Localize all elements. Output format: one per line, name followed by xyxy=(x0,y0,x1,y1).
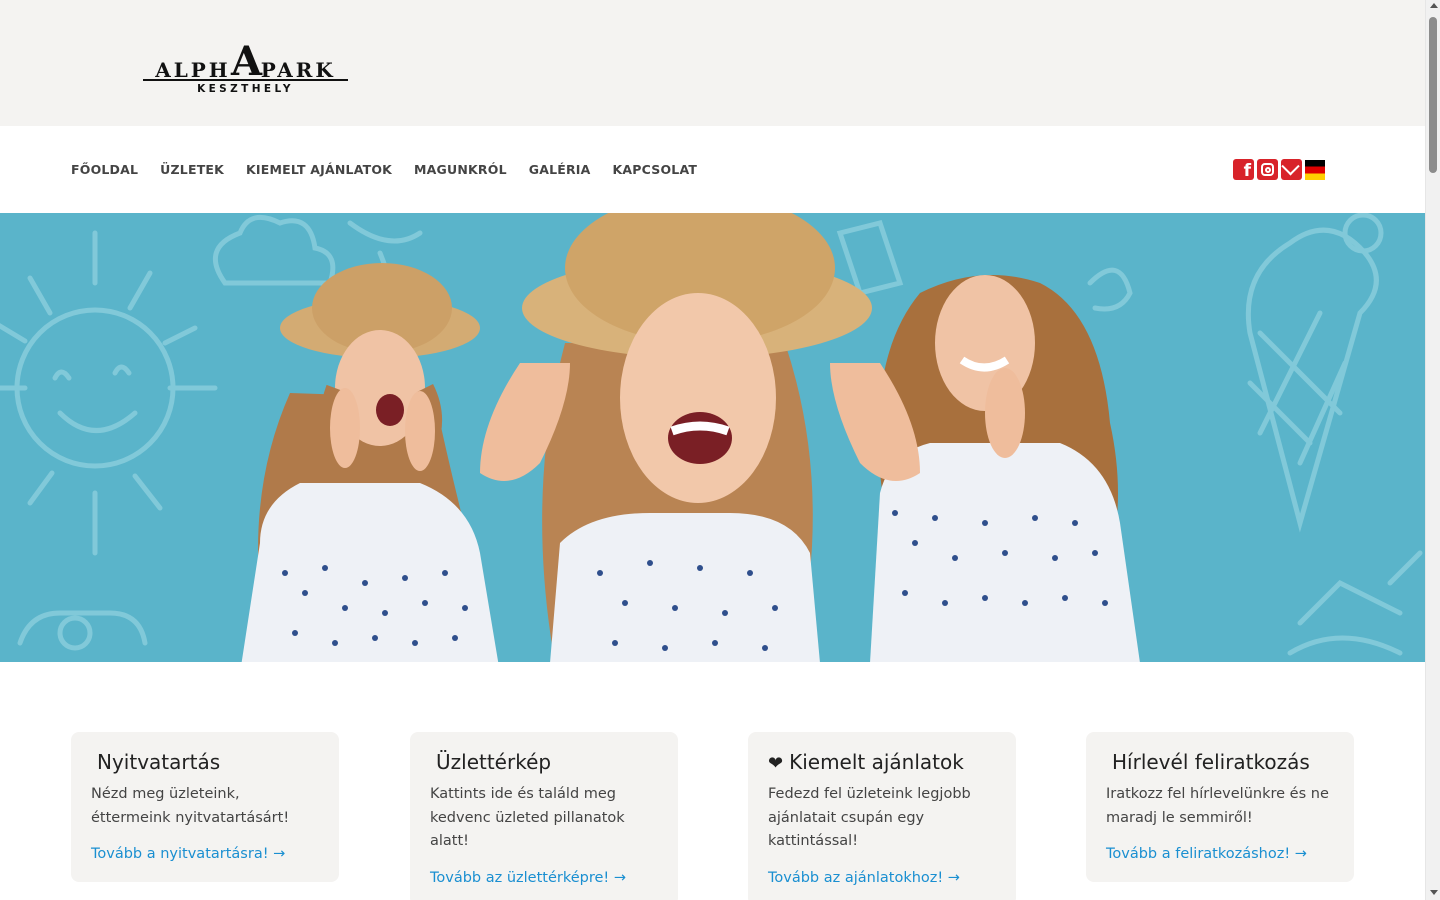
card-nyitvatartas: Nyitvatartás Nézd meg üzleteink, étterme… xyxy=(71,732,339,882)
card-title-text: Kiemelt ajánlatok xyxy=(789,750,964,774)
nav-item-fooldal[interactable]: FŐOLDAL xyxy=(71,162,138,177)
main-nav: FŐOLDAL ÜZLETEK KIEMELT AJÁNLATOK MAGUNK… xyxy=(71,162,719,177)
card-text: Fedezd fel üzleteink legjobb ajánlatait … xyxy=(768,786,971,849)
mail-icon[interactable] xyxy=(1281,159,1302,180)
main-navbar: FŐOLDAL ÜZLETEK KIEMELT AJÁNLATOK MAGUNK… xyxy=(0,126,1425,213)
card-title: Hírlevél feliratkozás xyxy=(1106,750,1334,774)
facebook-icon[interactable]: f xyxy=(1233,159,1254,181)
card-title-text: Üzlettérkép xyxy=(436,750,552,774)
logo-underline xyxy=(143,79,348,81)
nav-item-kiemelt-ajanlatok[interactable]: KIEMELT AJÁNLATOK xyxy=(246,162,392,177)
hero-illustration xyxy=(0,213,1423,662)
header-bar: ALPH PARK A KESZTHELY xyxy=(0,0,1425,126)
woman-left xyxy=(241,263,499,662)
scroll-down-arrow-icon[interactable] xyxy=(1430,890,1438,895)
nav-item-kapcsolat[interactable]: KAPCSOLAT xyxy=(613,162,698,177)
page-scrollbar[interactable] xyxy=(1425,0,1440,900)
alphapark-logo[interactable]: ALPH PARK A KESZTHELY xyxy=(143,42,348,98)
social-links: f xyxy=(1233,159,1325,181)
instagram-icon[interactable] xyxy=(1257,159,1278,180)
card-link-nyitvatartas[interactable]: Tovább a nyitvatartásra! → xyxy=(91,846,285,862)
scroll-up-arrow-icon[interactable] xyxy=(1430,3,1438,8)
card-uzletterkep: Üzlettérkép Kattints ide és találd meg k… xyxy=(410,732,678,900)
logo-big-a: A xyxy=(231,38,263,85)
card-text: Iratkozz fel hírlevelünkre és ne maradj … xyxy=(1106,786,1329,826)
card-link-uzletterkep[interactable]: Tovább az üzlettérképre! → xyxy=(430,870,626,886)
heart-icon: ❤ xyxy=(768,753,784,774)
scrollbar-thumb[interactable] xyxy=(1429,17,1437,173)
card-kiemelt-ajanlatok: ❤ Kiemelt ajánlatok Fedezd fel üzleteink … xyxy=(748,732,1016,900)
info-cards: Nyitvatartás Nézd meg üzleteink, étterme… xyxy=(71,732,1354,900)
card-title: ❤ Kiemelt ajánlatok xyxy=(768,750,996,774)
nav-item-uzletek[interactable]: ÜZLETEK xyxy=(160,162,224,177)
card-hirlevel: Hírlevél feliratkozás Iratkozz fel hírle… xyxy=(1086,732,1354,882)
card-title-text: Hírlevél feliratkozás xyxy=(1112,750,1310,774)
nav-item-magunkrol[interactable]: MAGUNKRÓL xyxy=(414,162,507,177)
card-text: Kattints ide és találd meg kedvenc üzlet… xyxy=(430,786,625,849)
card-title-text: Nyitvatartás xyxy=(97,750,221,774)
nav-item-galeria[interactable]: GALÉRIA xyxy=(529,162,591,177)
hero-banner xyxy=(0,213,1425,662)
logo-subtitle: KESZTHELY xyxy=(197,83,294,95)
card-link-ajanlatok[interactable]: Tovább az ajánlatokhoz! → xyxy=(768,870,960,886)
card-title: Üzlettérkép xyxy=(430,750,658,774)
card-title: Nyitvatartás xyxy=(91,750,319,774)
german-flag-icon[interactable] xyxy=(1305,160,1325,180)
card-link-feliratkozas[interactable]: Tovább a feliratkozáshoz! → xyxy=(1106,846,1307,862)
card-text: Nézd meg üzleteink, éttermeink nyitvatar… xyxy=(91,786,290,826)
